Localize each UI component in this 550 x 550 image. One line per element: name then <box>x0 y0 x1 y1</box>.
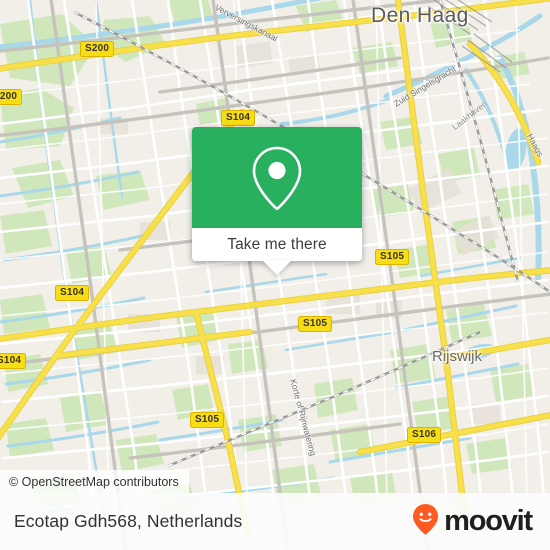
location-popup-card[interactable]: Take me there <box>192 127 362 275</box>
moovit-wordmark: moovit <box>444 505 533 537</box>
route-shield-s104-c[interactable]: S104 <box>0 353 27 369</box>
map-canvas[interactable]: Den Haag Rijswijk Verversingskanaal Zuid… <box>0 0 550 550</box>
route-shield-s105-c[interactable]: S105 <box>190 412 225 428</box>
take-me-there-label: Take me there <box>227 235 327 253</box>
route-shield-s105-a[interactable]: S105 <box>375 249 410 265</box>
map-pin-icon <box>250 145 304 211</box>
popup-action-panel[interactable]: Take me there <box>192 228 362 275</box>
route-shield-s200-b[interactable]: S200 <box>0 89 23 105</box>
popup-marker-panel <box>192 127 362 228</box>
moovit-map-screen: Den Haag Rijswijk Verversingskanaal Zuid… <box>0 0 550 550</box>
place-name-label: Ecotap Gdh568, Netherlands <box>14 511 243 531</box>
bottom-info-bar: Ecotap Gdh568, Netherlands moovit <box>0 493 550 550</box>
map-attribution[interactable]: © OpenStreetMap contributors <box>0 470 189 493</box>
attribution-text: © OpenStreetMap contributors <box>9 474 179 489</box>
route-shield-s106[interactable]: S106 <box>407 427 442 443</box>
route-shield-s105-b[interactable]: S105 <box>298 316 333 332</box>
route-shield-s200-a[interactable]: S200 <box>80 41 115 57</box>
route-shield-s104-b[interactable]: S104 <box>55 285 90 301</box>
moovit-smiley-pin-icon <box>412 503 439 541</box>
moovit-brand[interactable]: moovit <box>412 503 533 541</box>
popup-pointer-tip <box>262 260 292 275</box>
map-vector-layer <box>0 0 550 550</box>
route-shield-s104-a[interactable]: S104 <box>221 110 256 126</box>
